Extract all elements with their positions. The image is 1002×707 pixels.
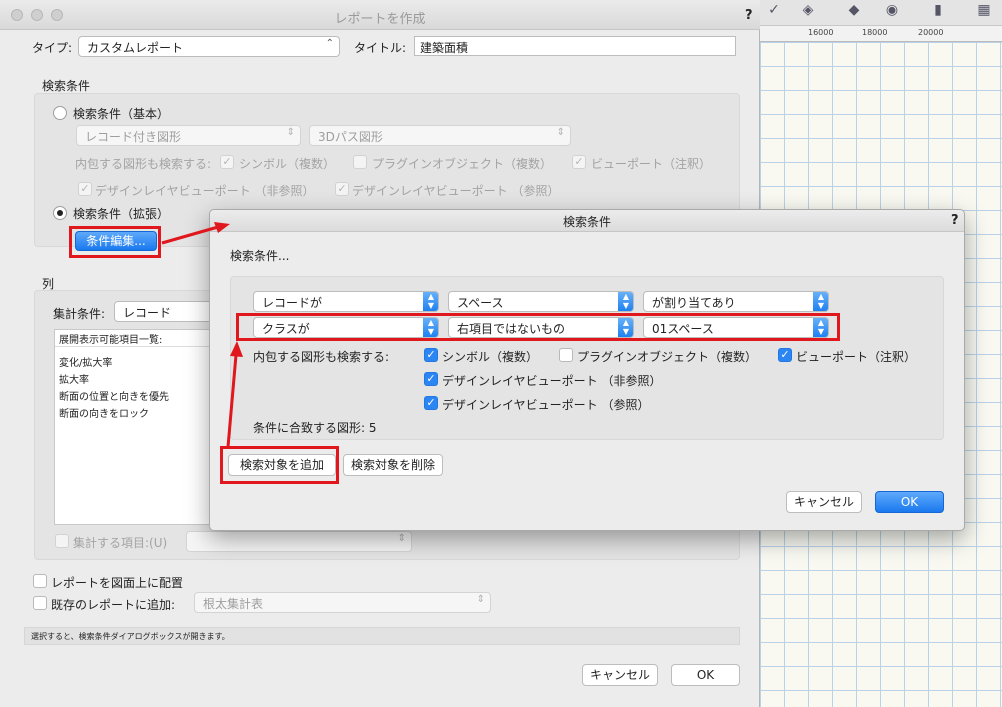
sum-item-label: 集計する項目:(U) <box>73 536 168 550</box>
basic-dlvp-nonref-label: デザインレイヤビューポート （非参照） <box>95 184 315 198</box>
title-input[interactable]: 建築面積 <box>414 36 736 56</box>
basic-plugin-checkbox[interactable] <box>353 155 367 169</box>
annotation-box-add-button <box>220 446 339 484</box>
basic-include-label: 内包する図形も検索する: <box>75 157 212 171</box>
popup-chevron-icon: ⇕ <box>476 594 485 605</box>
type-popup[interactable]: カスタムレポート ⌃ <box>78 36 340 57</box>
list-item[interactable]: 変化/拡大率 <box>55 353 213 370</box>
ruler-tick-label: 18000 <box>862 28 888 37</box>
place-on-drawing-checkbox[interactable] <box>33 574 47 588</box>
window-title: レポートを作成 <box>334 12 426 27</box>
type-label: タイプ: <box>32 41 73 55</box>
basic-popup2-value: 3Dパス図形 <box>318 130 383 144</box>
tool-check-icon[interactable]: ✓ <box>764 2 784 22</box>
help-icon[interactable]: ? <box>745 8 753 23</box>
remove-search-target-button[interactable]: 検索対象を削除 <box>343 454 443 476</box>
annotation-box-criteria-row <box>236 313 840 341</box>
popup-chevron-icon: ⌃ <box>325 38 334 49</box>
expandable-items-list[interactable]: 展開表示可能項目一覧: 変化/拡大率 拡大率 断面の位置と向きを優先 断面の向き… <box>54 329 214 525</box>
criteria-row1-field[interactable]: レコードが ▲ ▼ <box>253 291 439 312</box>
list-item[interactable]: 断面の位置と向きを優先 <box>55 387 213 404</box>
tool-snap-icon[interactable]: ◈ <box>798 2 818 22</box>
criteria-row1-value[interactable]: スペース ▲ ▼ <box>448 291 634 312</box>
main-cancel-button[interactable]: キャンセル <box>582 664 658 686</box>
dialog-symbol-checkbox[interactable]: ✓ <box>424 348 438 362</box>
dialog-dlvp-nonref-label: デザインレイヤビューポート （非参照） <box>442 374 662 388</box>
place-on-drawing-label: レポートを図面上に配置 <box>51 576 184 590</box>
list-item[interactable]: 断面の向きをロック <box>55 404 213 421</box>
stepper-chevron-icon: ▲ ▼ <box>423 292 438 311</box>
popup-chevron-icon: ⇕ <box>556 127 565 138</box>
basic-viewport-checkbox[interactable]: ✓ <box>572 155 586 169</box>
tool-grid-icon[interactable]: ▦ <box>974 2 994 22</box>
type-popup-value: カスタムレポート <box>87 41 184 55</box>
dialog-viewport-checkbox[interactable]: ✓ <box>778 348 792 362</box>
basic-viewport-label: ビューポート（注釈） <box>591 157 712 171</box>
basic-criteria-popup-2[interactable]: 3Dパス図形 ⇕ <box>309 125 571 146</box>
extended-search-label: 検索条件（拡張） <box>73 207 170 221</box>
window-titlebar: レポートを作成 ? <box>0 0 760 30</box>
basic-plugin-label: プラグインオブジェクト（複数） <box>372 157 553 171</box>
basic-dlvp-nonref-checkbox[interactable]: ✓ <box>78 182 92 196</box>
aggregate-label: 集計条件: <box>53 307 106 321</box>
criteria-row1-field-value: レコードが <box>262 296 323 310</box>
horizontal-ruler: 16000 18000 20000 <box>760 26 1002 42</box>
basic-symbol-label: シンボル（複数） <box>239 157 336 171</box>
dialog-title: 検索条件 <box>562 215 611 229</box>
search-group-label: 検索条件 <box>42 79 91 93</box>
add-to-existing-checkbox[interactable] <box>33 596 47 610</box>
title-label: タイトル: <box>354 41 407 55</box>
stepper-chevron-icon: ▲ ▼ <box>618 292 633 311</box>
annotation-box-edit-button <box>69 226 161 258</box>
background-toolbar: ✓ ◈ ◆ ◉ ▮ ▦ <box>760 0 1002 26</box>
dialog-heading: 検索条件... <box>230 249 290 263</box>
tool-pin-icon[interactable]: ▮ <box>928 2 948 22</box>
criteria-group: レコードが ▲ ▼ スペース ▲ ▼ が割り当てあり ▲ ▼ クラスが ▲ ▼ 右項目で… <box>230 276 944 440</box>
main-ok-button[interactable]: OK <box>671 664 740 686</box>
list-header: 展開表示可能項目一覧: <box>55 330 213 347</box>
stepper-chevron-icon: ▲ ▼ <box>813 292 828 311</box>
dialog-plugin-checkbox[interactable] <box>559 348 573 362</box>
existing-report-value: 根太集計表 <box>203 597 264 611</box>
ruler-tick-label: 16000 <box>808 28 834 37</box>
add-to-existing-label: 既存のレポートに追加: <box>51 598 176 612</box>
dialog-viewport-label: ビューポート（注釈） <box>796 350 917 364</box>
dialog-dlvp-ref-checkbox[interactable]: ✓ <box>424 396 438 410</box>
basic-popup1-value: レコード付き図形 <box>85 130 182 144</box>
ruler-tick-label: 20000 <box>918 28 944 37</box>
popup-chevron-icon: ⇕ <box>397 533 406 544</box>
dialog-titlebar: 検索条件 ? <box>210 210 964 232</box>
basic-dlvp-ref-checkbox[interactable]: ✓ <box>335 182 349 196</box>
basic-search-radio[interactable] <box>53 106 67 120</box>
criteria-row1-value-text: スペース <box>457 296 504 310</box>
basic-criteria-popup-1[interactable]: レコード付き図形 ⇕ <box>76 125 301 146</box>
tool-eye-icon[interactable]: ◉ <box>882 2 902 22</box>
dialog-symbol-label: シンボル（複数） <box>442 350 539 364</box>
match-count-label: 条件に合致する図形: 5 <box>253 421 377 435</box>
criteria-row1-operator[interactable]: が割り当てあり ▲ ▼ <box>643 291 829 312</box>
status-bar: 選択すると、検索条件ダイアログボックスが開きます。 <box>24 627 740 645</box>
extended-search-radio[interactable] <box>53 206 67 220</box>
dialog-help-icon[interactable]: ? <box>951 213 959 228</box>
basic-search-label: 検索条件（基本） <box>73 107 170 121</box>
dialog-plugin-label: プラグインオブジェクト（複数） <box>577 350 758 364</box>
dialog-dlvp-nonref-checkbox[interactable]: ✓ <box>424 372 438 386</box>
existing-report-popup[interactable]: 根太集計表 ⇕ <box>194 592 491 613</box>
tool-shape-icon[interactable]: ◆ <box>844 2 864 22</box>
criteria-row1-operator-text: が割り当てあり <box>652 296 736 310</box>
sum-item-checkbox[interactable] <box>55 534 69 548</box>
aggregate-popup-value: レコード <box>123 306 172 320</box>
sum-item-popup[interactable]: ⇕ <box>186 531 412 552</box>
dialog-dlvp-ref-label: デザインレイヤビューポート （参照） <box>442 398 650 412</box>
list-item[interactable]: 拡大率 <box>55 370 213 387</box>
basic-dlvp-ref-label: デザインレイヤビューポート （参照） <box>352 184 560 198</box>
dialog-ok-button[interactable]: OK <box>875 491 944 513</box>
dialog-cancel-button[interactable]: キャンセル <box>786 491 862 513</box>
dialog-include-label: 内包する図形も検索する: <box>253 350 390 364</box>
popup-chevron-icon: ⇕ <box>286 127 295 138</box>
basic-symbol-checkbox[interactable]: ✓ <box>220 155 234 169</box>
